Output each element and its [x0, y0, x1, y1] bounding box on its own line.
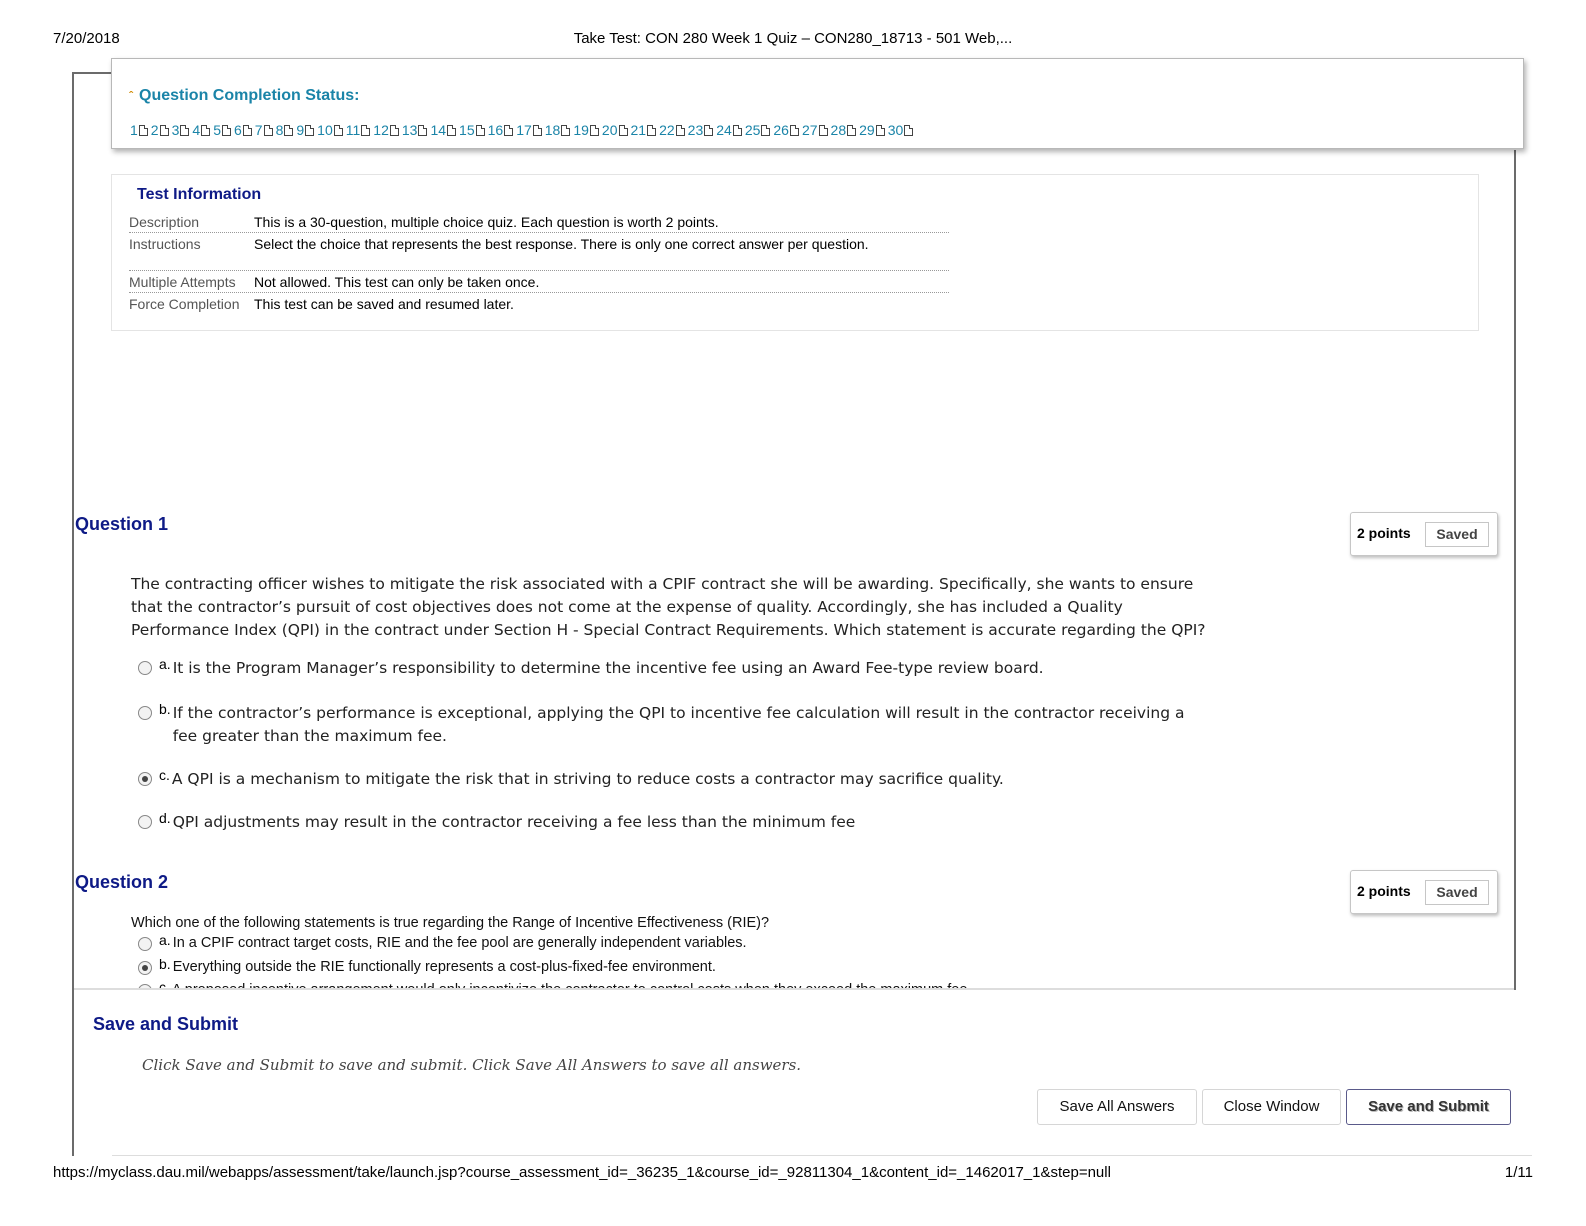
- question-2-text: Which one of the following statements is…: [131, 915, 770, 931]
- save-and-submit-panel: Save and Submit Click Save and Submit to…: [74, 988, 1514, 1155]
- option-text: A proposed incentive arrangement would o…: [172, 980, 1172, 988]
- option-text: Everything outside the RIE functionally …: [172, 959, 716, 975]
- saved-badge: Saved: [1425, 880, 1489, 905]
- save-and-submit-title: Save and Submit: [93, 1014, 239, 1034]
- save-and-submit-button[interactable]: Save and Submit: [1346, 1089, 1511, 1125]
- question-2-option-b[interactable]: b. Everything outside the RIE functional…: [138, 956, 1173, 977]
- option-letter: a.: [159, 932, 171, 948]
- question-2-heading: Question 2: [75, 872, 169, 892]
- radio-button-selected[interactable]: [138, 961, 152, 975]
- save-all-answers-button[interactable]: Save All Answers: [1037, 1089, 1197, 1125]
- print-page-number: 1/11: [1504, 1164, 1533, 1181]
- option-letter: b.: [159, 956, 171, 972]
- option-letter: c.: [159, 979, 170, 988]
- save-and-submit-hint: Click Save and Submit to save and submit…: [142, 1056, 802, 1074]
- question-2-viewport: Question 2 2 points Saved Which one of t…: [0, 0, 1586, 988]
- question-2-points-box: 2 points Saved: [1350, 870, 1498, 914]
- radio-button[interactable]: [138, 937, 152, 951]
- points-label: 2 points: [1357, 883, 1411, 899]
- print-url: https://myclass.dau.mil/webapps/assessme…: [53, 1164, 1111, 1181]
- option-text: In a CPIF contract target costs, RIE and…: [172, 935, 747, 951]
- close-window-button[interactable]: Close Window: [1202, 1089, 1341, 1125]
- bottom-rule: [112, 1155, 1532, 1156]
- question-2-option-a[interactable]: a. In a CPIF contract target costs, RIE …: [138, 932, 1173, 953]
- question-2-option-c[interactable]: c. A proposed incentive arrangement woul…: [138, 979, 1172, 988]
